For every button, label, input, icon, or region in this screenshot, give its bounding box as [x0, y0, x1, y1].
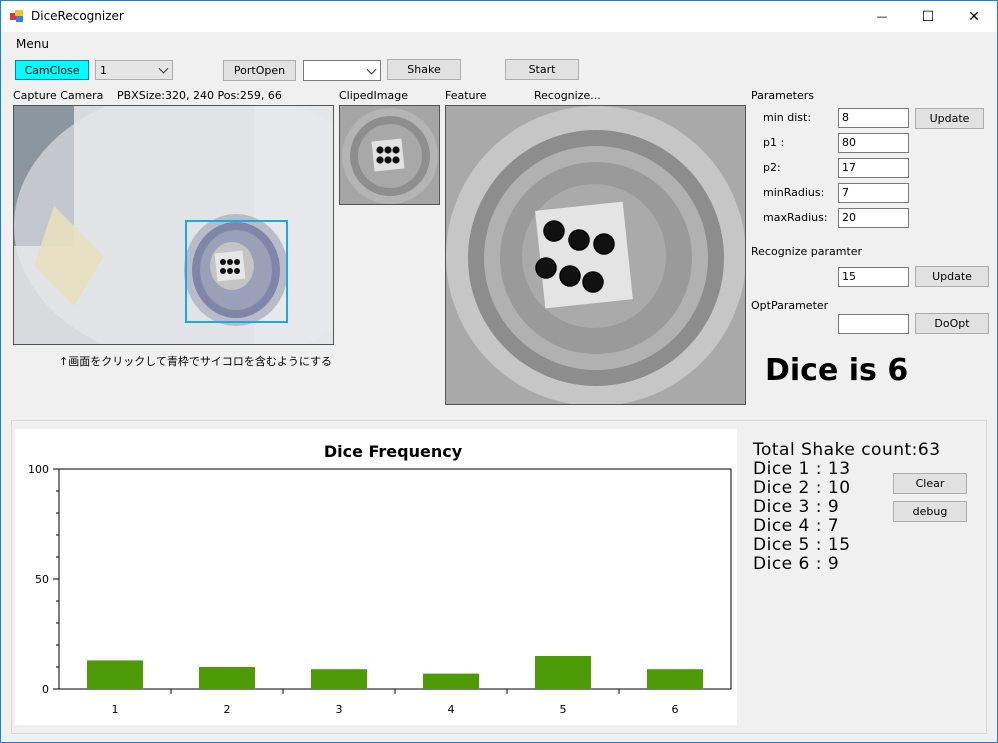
clipped-image-graphic: [340, 106, 439, 204]
doopt-button[interactable]: DoOpt: [915, 313, 989, 334]
p2-label: p2:: [763, 161, 781, 174]
total-shake-count: Total Shake count:63: [753, 440, 941, 460]
max-radius-label: maxRadius:: [763, 211, 828, 224]
debug-button[interactable]: debug: [893, 501, 967, 522]
min-radius-input[interactable]: 7: [838, 183, 909, 203]
dice-5-count: Dice 5 : 15: [753, 535, 851, 555]
clear-button[interactable]: Clear: [893, 473, 967, 494]
start-button[interactable]: Start: [505, 59, 579, 80]
parameters-header: Parameters: [751, 89, 814, 102]
y-tick-label: 0: [42, 683, 49, 696]
bar-3: [311, 669, 367, 689]
bar-6: [647, 669, 703, 689]
clipped-image-label: ClipedImage: [339, 89, 408, 102]
menu-item-menu[interactable]: Menu: [16, 37, 49, 51]
feature-image: [445, 105, 746, 405]
update-recognize-button[interactable]: Update: [915, 266, 989, 287]
dice-result-text: Dice is 6: [765, 353, 909, 388]
minimize-icon: —: [876, 10, 888, 23]
window-title: DiceRecognizer: [31, 9, 124, 23]
dice-4-count: Dice 4 : 7: [753, 516, 840, 536]
feature-image-graphic: [446, 106, 745, 404]
dice-6-count: Dice 6 : 9: [753, 554, 840, 574]
x-tick-label: 1: [112, 703, 119, 716]
update-parameters-button[interactable]: Update: [915, 108, 984, 129]
title-bar: [1, 1, 997, 32]
camera-select[interactable]: 1: [95, 60, 173, 80]
app-icon: [10, 10, 23, 22]
clipped-image: [339, 105, 440, 205]
bar-2: [199, 667, 255, 689]
feature-label: Feature: [445, 89, 487, 102]
dice-frequency-chart: Dice Frequency 1 2 3 4 5 6 0 50 100: [15, 429, 737, 725]
p1-input[interactable]: 80: [838, 133, 909, 153]
chart-svg: Dice Frequency 1 2 3 4 5 6 0 50 100: [28, 442, 732, 716]
dice-2-count: Dice 2 : 10: [753, 478, 851, 498]
port-select[interactable]: [303, 60, 381, 81]
camera-frame-graphic: [14, 106, 333, 344]
chevron-down-icon: [366, 64, 377, 75]
maximize-button[interactable]: ☐: [905, 1, 951, 32]
recognize-param-input[interactable]: 15: [838, 267, 909, 287]
capture-hint: ↑画面をクリックして青枠でサイコロを含むようにする: [59, 355, 332, 368]
min-dist-label: min dist:: [763, 111, 812, 124]
chart-title: Dice Frequency: [324, 442, 463, 461]
camclose-button[interactable]: CamClose: [15, 60, 89, 80]
maximize-icon: ☐: [921, 8, 935, 25]
x-tick-label: 3: [336, 703, 343, 716]
x-tick-label: 5: [560, 703, 567, 716]
bar-1: [87, 660, 143, 689]
dice-3-count: Dice 3 : 9: [753, 497, 840, 517]
close-icon: ✕: [968, 8, 980, 25]
menu-bar: [1, 32, 997, 54]
recognize-param-header: Recognize paramter: [751, 245, 863, 258]
x-tick-label: 2: [224, 703, 231, 716]
portopen-button[interactable]: PortOpen: [223, 60, 296, 81]
bar-5: [535, 656, 591, 689]
app-window: DiceRecognizer — ☐ ✕ Menu CamClose 1 Por…: [0, 0, 998, 743]
dice-1-count: Dice 1 : 13: [753, 459, 851, 479]
min-dist-input[interactable]: 8: [838, 108, 909, 128]
y-tick-label: 50: [35, 573, 49, 586]
minimize-button[interactable]: —: [859, 1, 905, 32]
x-tick-label: 4: [448, 703, 455, 716]
chevron-down-icon: [158, 63, 169, 74]
opt-param-input[interactable]: [838, 314, 909, 334]
camera-select-value: 1: [100, 63, 107, 77]
p1-label: p1 :: [763, 136, 785, 149]
p2-input[interactable]: 17: [838, 158, 909, 178]
min-radius-label: minRadius:: [763, 186, 825, 199]
capture-info-label: PBXSize:320, 240 Pos:259, 66: [117, 89, 282, 102]
max-radius-input[interactable]: 20: [838, 208, 909, 228]
recognize-label: Recognize...: [534, 89, 601, 102]
shake-button[interactable]: Shake: [387, 59, 461, 80]
x-tick-label: 6: [672, 703, 679, 716]
capture-camera-image[interactable]: [13, 105, 334, 345]
bar-4: [423, 673, 479, 689]
plot-frame: [58, 468, 732, 690]
opt-param-header: OptParameter: [751, 299, 829, 312]
y-tick-label: 100: [28, 463, 49, 476]
close-button[interactable]: ✕: [951, 1, 997, 32]
capture-camera-label: Capture Camera: [13, 89, 104, 102]
